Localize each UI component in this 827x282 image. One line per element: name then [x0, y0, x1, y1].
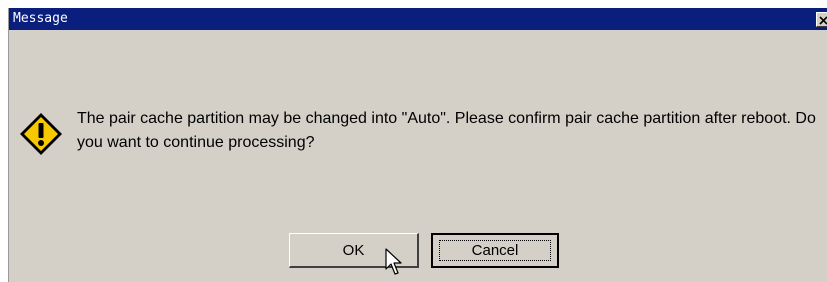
dialog-title: Message	[13, 11, 68, 26]
ok-button-label: OK	[342, 241, 365, 259]
title-bar[interactable]: Message	[9, 8, 827, 30]
cancel-button-label: Cancel	[471, 242, 519, 259]
mouse-pointer-icon	[385, 248, 402, 275]
close-button[interactable]	[816, 12, 827, 27]
dialog-message: The pair cache partition may be changed …	[77, 110, 816, 151]
message-dialog: Message The pair cache partition may be …	[8, 8, 827, 282]
close-icon	[819, 16, 827, 25]
warning-icon	[20, 113, 62, 155]
cancel-button[interactable]: Cancel	[431, 233, 559, 268]
